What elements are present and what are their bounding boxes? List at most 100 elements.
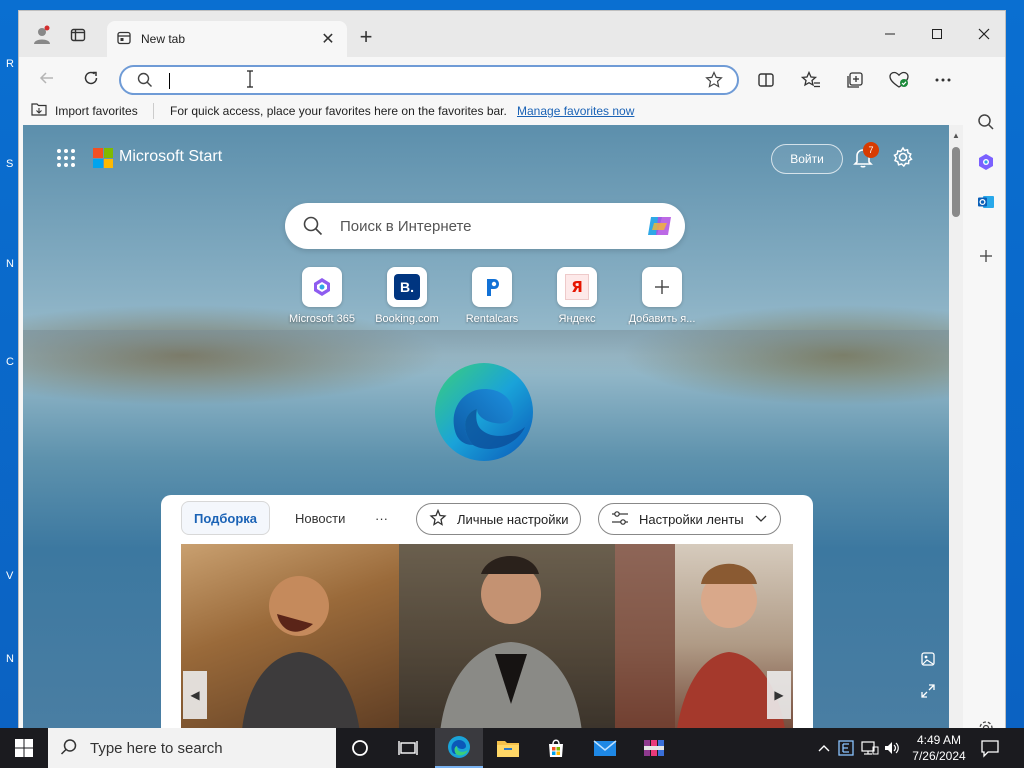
quick-link-booking[interactable]: B. Booking.com — [362, 267, 452, 325]
refresh-button[interactable] — [79, 66, 103, 90]
split-screen-icon[interactable] — [755, 69, 777, 91]
web-search-placeholder: Поиск в Интернете — [340, 218, 472, 235]
import-favorites-button[interactable]: Import favorites — [31, 102, 138, 119]
clock-time: 4:49 AM — [916, 733, 962, 747]
search-icon[interactable] — [975, 111, 997, 133]
maximize-button[interactable] — [914, 19, 960, 49]
web-search-box[interactable]: Поиск в Интернете — [285, 203, 685, 249]
quick-link-label: Booking.com — [375, 313, 439, 325]
add-favorite-star-icon[interactable] — [705, 71, 723, 92]
feed-more-tabs-button[interactable]: ··· — [363, 501, 400, 535]
sliders-icon — [611, 510, 629, 529]
quick-link-microsoft365[interactable]: Microsoft 365 — [277, 267, 367, 325]
task-view-icon[interactable] — [384, 728, 432, 768]
title-bar: New tab ✕ + — [19, 11, 1005, 57]
volume-icon[interactable] — [882, 738, 902, 758]
taskbar-search-box[interactable]: Type here to search — [48, 728, 336, 768]
manage-favorites-link[interactable]: Manage favorites now — [517, 104, 634, 118]
feed-settings-label: Настройки ленты — [639, 511, 744, 527]
favorites-message: For quick access, place your favorites h… — [170, 104, 507, 118]
background-image-icon[interactable] — [920, 651, 938, 669]
news-feed-panel: Подборка Новости ··· Личные настройки На… — [161, 495, 813, 729]
favorites-icon[interactable] — [800, 69, 822, 91]
favorites-separator — [153, 103, 154, 119]
quick-link-label: Rentalcars — [465, 313, 519, 325]
winrar-icon[interactable] — [630, 728, 678, 768]
expand-icon[interactable] — [920, 683, 938, 701]
network-icon[interactable] — [860, 738, 880, 758]
desktop-icon-label: C — [6, 356, 14, 368]
file-explorer-icon[interactable] — [484, 728, 532, 768]
quick-link-label: Microsoft 365 — [288, 313, 356, 325]
new-tab-page-icon — [117, 31, 131, 48]
desktop-icon-label: R — [6, 58, 14, 70]
new-tab-page: Microsoft Start Войти 7 Поиск в Интернет… — [23, 125, 949, 729]
personal-settings-label: Личные настройки — [457, 511, 569, 527]
taskbar: Type here to search 4:49 AM 7/26/2024 — [0, 728, 1024, 768]
carousel-prev-button[interactable]: ◀ — [183, 671, 207, 719]
brand-title[interactable]: Microsoft Start — [119, 148, 222, 166]
feed-tab-featured[interactable]: Подборка — [181, 501, 271, 535]
input-indicator-icon[interactable] — [836, 738, 856, 758]
copilot-icon[interactable] — [645, 211, 675, 241]
scroll-up-arrow-icon[interactable]: ▲ — [952, 131, 960, 140]
scrollbar-thumb[interactable] — [952, 147, 960, 217]
news-image[interactable] — [399, 544, 615, 729]
quick-link-rentalcars[interactable]: Rentalcars — [447, 267, 537, 325]
page-scrollbar[interactable]: ▲ — [949, 125, 963, 729]
personalize-icon — [429, 508, 447, 530]
search-icon — [137, 72, 153, 91]
start-button[interactable] — [0, 728, 48, 768]
more-options-icon[interactable] — [932, 69, 954, 91]
tab-actions-icon[interactable] — [67, 24, 89, 46]
page-settings-gear-icon[interactable] — [892, 146, 914, 168]
edge-taskbar-icon[interactable] — [435, 728, 483, 768]
feed-settings-button[interactable]: Настройки ленты — [598, 503, 781, 535]
sign-in-button[interactable]: Войти — [771, 144, 843, 174]
quick-links: Microsoft 365 B. Booking.com Rentalcars … — [277, 267, 697, 327]
close-window-button[interactable] — [961, 19, 1005, 49]
tab-new-tab[interactable]: New tab ✕ — [107, 21, 347, 57]
booking-icon: B. — [387, 267, 427, 307]
quick-link-yandex[interactable]: Я Яндекс — [532, 267, 622, 325]
carousel-next-button[interactable]: ▶ — [767, 671, 791, 719]
add-sidebar-app-icon[interactable] — [975, 245, 997, 267]
edge-logo-icon — [433, 361, 535, 463]
favorites-bar: Import favorites For quick access, place… — [19, 97, 1005, 125]
quick-link-label: Яндекс — [558, 313, 596, 325]
clock-date: 7/26/2024 — [912, 749, 966, 763]
import-favorites-label: Import favorites — [55, 103, 138, 118]
news-hero-card[interactable]: ◀ ▶ — [181, 544, 793, 729]
show-hidden-icons-chevron-up-icon[interactable] — [814, 738, 834, 758]
desktop-icon-label: V — [6, 570, 14, 582]
close-tab-icon[interactable]: ✕ — [319, 30, 337, 48]
minimize-button[interactable] — [867, 19, 913, 49]
search-icon — [60, 738, 78, 759]
desktop-icon-label: N — [6, 258, 14, 270]
feed-tab-news[interactable]: Новости — [283, 501, 357, 535]
plus-icon — [642, 267, 682, 307]
personal-settings-button[interactable]: Личные настройки — [416, 503, 582, 535]
cortana-icon[interactable] — [336, 728, 384, 768]
new-tab-button[interactable]: + — [354, 24, 378, 49]
microsoft-store-icon[interactable] — [532, 728, 580, 768]
browser-essentials-icon[interactable] — [888, 69, 910, 91]
navigation-toolbar — [19, 57, 1005, 97]
quick-link-add[interactable]: Добавить я... — [617, 267, 707, 325]
profile-icon[interactable] — [31, 24, 53, 46]
app-launcher-icon[interactable] — [55, 147, 77, 169]
outlook-icon[interactable] — [975, 191, 997, 213]
news-image[interactable] — [181, 544, 399, 729]
collections-icon[interactable] — [844, 69, 866, 91]
rentalcars-icon — [472, 267, 512, 307]
mail-icon[interactable] — [581, 728, 629, 768]
folder-import-icon — [31, 102, 47, 119]
microsoft-logo-icon — [93, 148, 113, 168]
action-center-icon[interactable] — [980, 738, 1002, 758]
notification-badge: 7 — [863, 142, 879, 158]
address-bar[interactable] — [119, 65, 739, 95]
chevron-down-icon — [754, 512, 768, 527]
copilot-sidebar-icon[interactable] — [975, 151, 997, 173]
back-button[interactable] — [35, 66, 59, 90]
system-clock[interactable]: 4:49 AM 7/26/2024 — [904, 732, 974, 764]
